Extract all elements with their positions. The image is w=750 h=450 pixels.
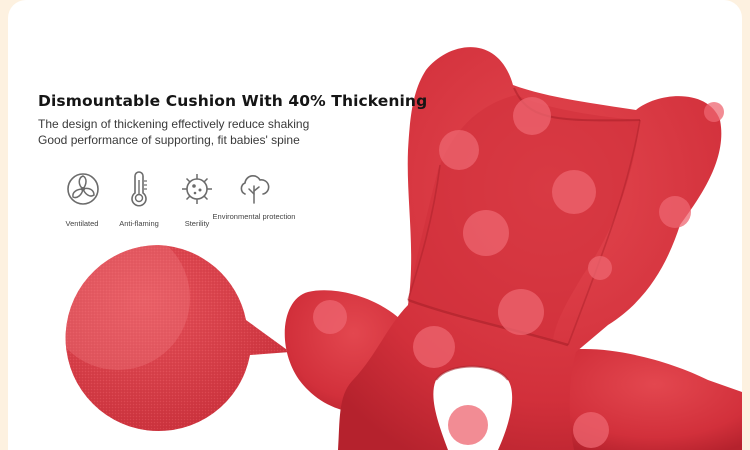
description-line-2: Good performance of supporting, fit babi… <box>38 133 300 147</box>
product-banner: Dismountable Cushion With 40% Thickening… <box>8 0 742 450</box>
ventilation-fan-icon <box>67 173 99 205</box>
virus-sterility-icon <box>182 174 212 204</box>
cloud-tree-icon <box>240 175 270 204</box>
headline: Dismountable Cushion With 40% Thickening <box>38 92 428 110</box>
description-line-1: The design of thickening effectively red… <box>38 117 310 131</box>
feature-label-environmental-protection: Environmental protection <box>212 212 296 221</box>
thermometer-icon <box>131 171 147 207</box>
fabric-closeup <box>65 245 290 431</box>
